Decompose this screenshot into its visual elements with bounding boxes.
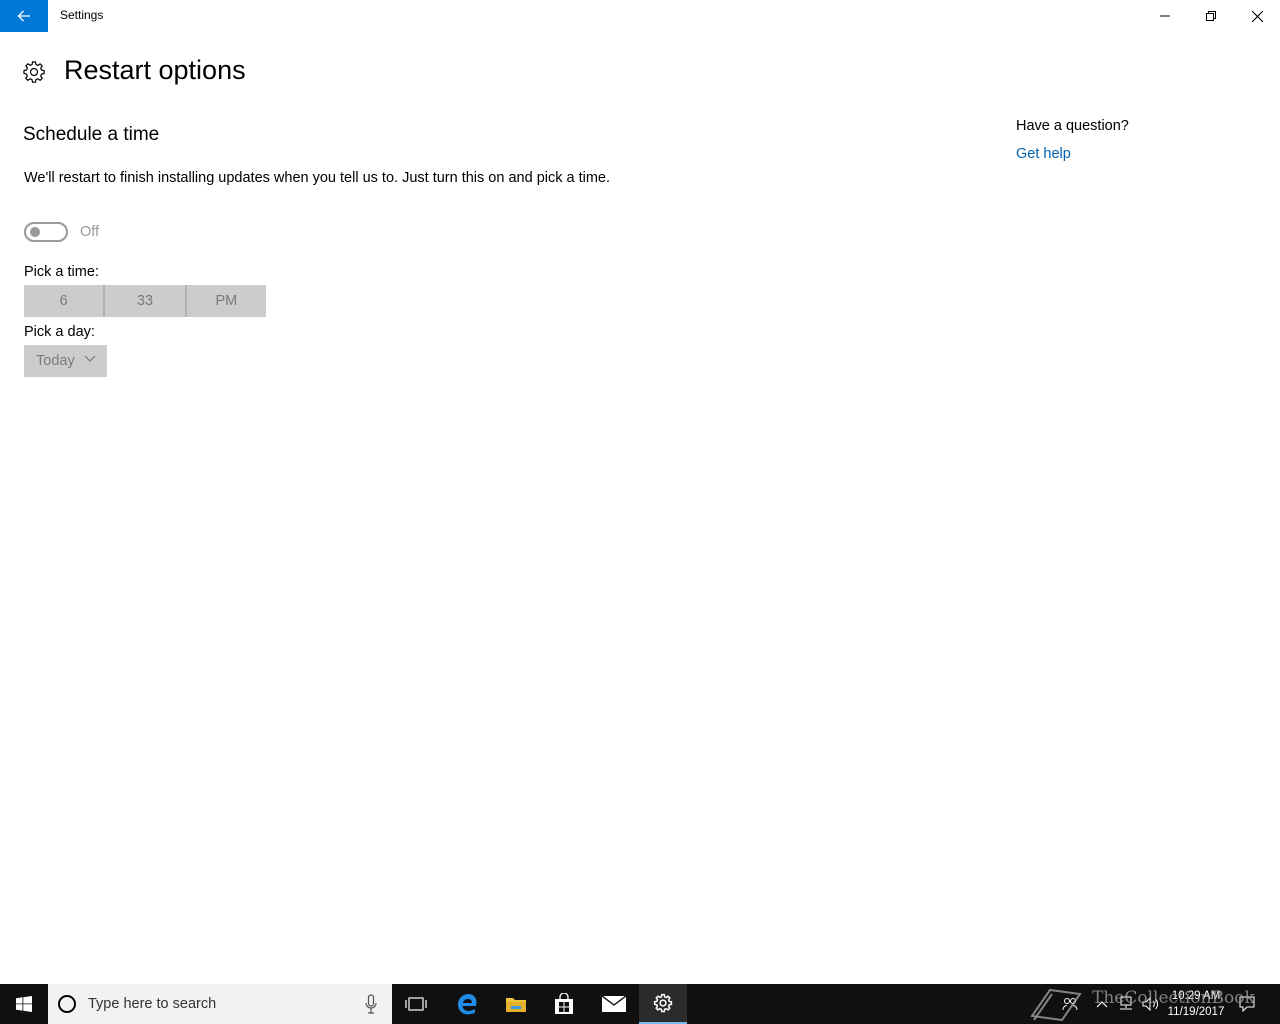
day-selected-value: Today: [36, 353, 75, 369]
start-button[interactable]: [0, 984, 48, 1024]
get-help-link[interactable]: Get help: [1016, 146, 1071, 162]
time-picker[interactable]: 6 33 PM: [24, 285, 266, 317]
settings-taskbar-button[interactable]: [639, 984, 687, 1024]
pick-time-label: Pick a time:: [24, 264, 99, 280]
time-minute[interactable]: 33: [103, 285, 184, 317]
day-dropdown[interactable]: Today: [24, 345, 107, 377]
mail-icon: [602, 996, 626, 1012]
title-bar: Settings: [0, 0, 1280, 32]
task-view-button[interactable]: [392, 984, 440, 1024]
close-button[interactable]: [1234, 0, 1280, 32]
restore-icon: [1206, 11, 1216, 21]
taskbar: Type here to search 10:29 AM 11/19/2017: [0, 984, 1280, 1024]
file-explorer-icon: [506, 998, 526, 1012]
minimize-button[interactable]: [1142, 0, 1188, 32]
toggle-knob: [30, 227, 40, 237]
toggle-state-label: Off: [80, 224, 100, 240]
section-title: Schedule a time: [23, 124, 160, 145]
task-view-icon: [405, 997, 427, 1011]
mail-button[interactable]: [590, 984, 638, 1024]
page-title: Restart options: [64, 55, 246, 85]
edge-icon: [458, 994, 477, 1015]
file-explorer-button[interactable]: [492, 984, 540, 1024]
microphone-icon[interactable]: [364, 994, 378, 1014]
time-hour[interactable]: 6: [24, 285, 103, 317]
gear-icon: [23, 61, 45, 83]
back-button[interactable]: [0, 0, 48, 32]
cortana-icon: [58, 995, 76, 1013]
restore-button[interactable]: [1188, 0, 1234, 32]
app-title: Settings: [60, 8, 104, 22]
description-text: We'll restart to finish installing updat…: [24, 170, 611, 186]
pick-day-label: Pick a day:: [24, 324, 95, 340]
edge-button[interactable]: [443, 984, 491, 1024]
settings-icon: [653, 993, 673, 1013]
arrow-left-icon: [17, 10, 30, 22]
windows-logo-icon: [16, 996, 32, 1012]
schedule-toggle[interactable]: [24, 222, 68, 242]
close-icon: [1251, 10, 1263, 22]
taskbar-search-box[interactable]: Type here to search: [48, 984, 392, 1024]
people-icon: [1062, 998, 1078, 1011]
time-period[interactable]: PM: [184, 285, 266, 317]
minimize-icon: [1160, 15, 1170, 17]
search-placeholder: Type here to search: [88, 996, 217, 1012]
store-button[interactable]: [540, 984, 588, 1024]
chevron-down-icon: [84, 355, 96, 362]
store-icon: [555, 993, 573, 1014]
help-question: Have a question?: [1016, 118, 1129, 134]
people-button[interactable]: [1060, 984, 1080, 1024]
watermark-text: TheCollectionBook: [1092, 988, 1255, 1008]
